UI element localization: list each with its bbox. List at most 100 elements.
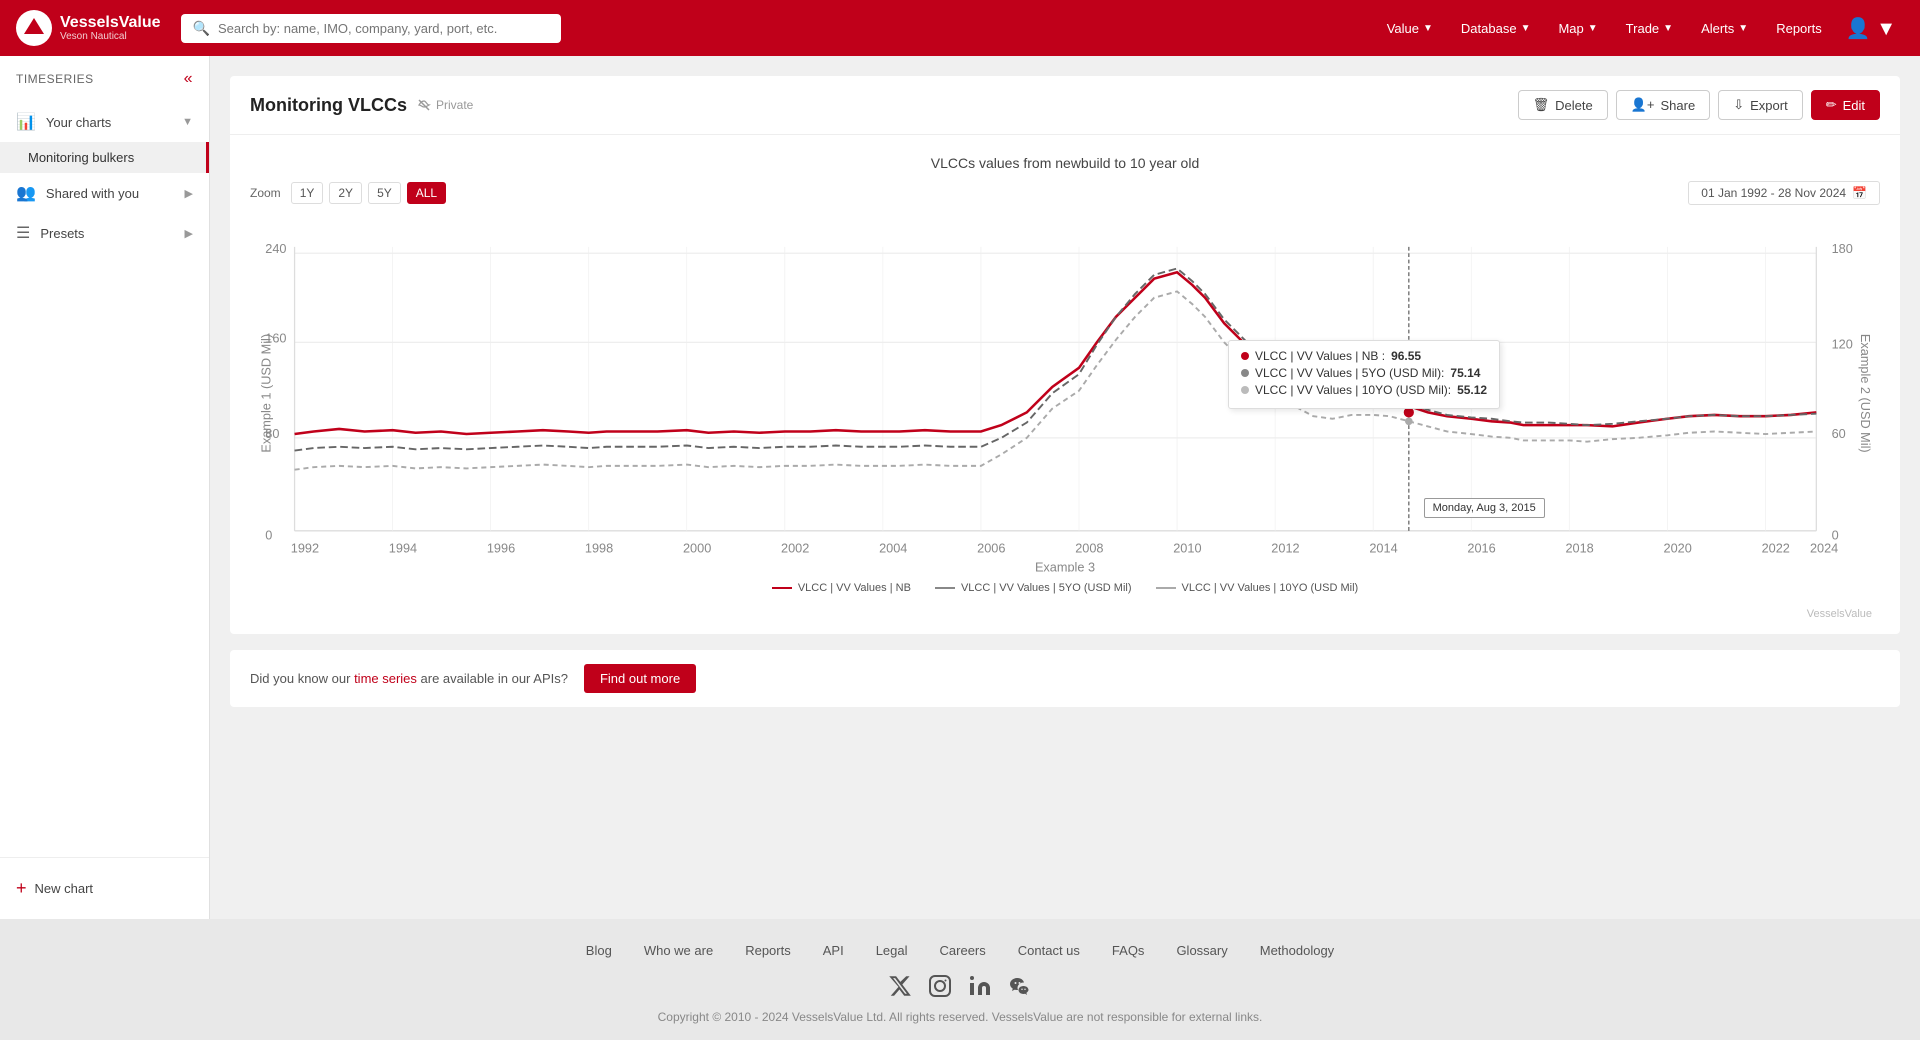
- api-info-bar: Did you know our time series are availab…: [230, 650, 1900, 707]
- sidebar-collapse-button[interactable]: «: [184, 70, 193, 88]
- sidebar-item-monitoring-bulkers[interactable]: Monitoring bulkers: [0, 142, 209, 173]
- footer-link-contact-us[interactable]: Contact us: [1018, 943, 1080, 958]
- footer-link-reports[interactable]: Reports: [745, 943, 791, 958]
- chart-toolbar: Monitoring VLCCs Private 🗑 Delete: [230, 76, 1900, 135]
- footer-link-blog[interactable]: Blog: [586, 943, 612, 958]
- zoom-all-button[interactable]: ALL: [407, 182, 446, 204]
- logo[interactable]: VesselsValue Veson Nautical: [16, 10, 161, 46]
- sidebar-item-shared-with-you[interactable]: 👥 Shared with you ▶: [0, 173, 209, 213]
- chart-title-area: Monitoring VLCCs Private: [250, 95, 473, 116]
- chevron-down-icon: ▼: [1588, 23, 1598, 34]
- delete-button[interactable]: 🗑 Delete: [1518, 90, 1608, 120]
- main-content: Monitoring VLCCs Private 🗑 Delete: [210, 56, 1920, 919]
- chevron-right-icon: ▶: [185, 227, 193, 240]
- zoom-5y-button[interactable]: 5Y: [368, 182, 401, 204]
- nav-reports[interactable]: Reports: [1764, 13, 1834, 44]
- new-chart-label: New chart: [35, 881, 94, 896]
- svg-text:Example 3: Example 3: [1035, 560, 1095, 572]
- svg-text:2004: 2004: [879, 540, 907, 555]
- sidebar-header: Timeseries «: [0, 56, 209, 102]
- svg-text:1992: 1992: [291, 540, 319, 555]
- legend-item-5yo: VLCC | VV Values | 5YO (USD Mil): [935, 582, 1132, 594]
- sidebar-item-label: Shared with you: [46, 186, 139, 201]
- sidebar-item-label: Presets: [40, 226, 84, 241]
- svg-text:Example 2 (USD Mil): Example 2 (USD Mil): [1858, 334, 1873, 453]
- header: VesselsValue Veson Nautical 🔍 Value ▼ Da…: [0, 0, 1920, 56]
- trash-icon: 🗑: [1533, 97, 1550, 113]
- date-range-label: 01 Jan 1992 - 28 Nov 2024: [1701, 186, 1846, 200]
- sidebar-sub-item-label: Monitoring bulkers: [28, 150, 134, 165]
- footer-link-faqs[interactable]: FAQs: [1112, 943, 1145, 958]
- zoom-1y-button[interactable]: 1Y: [291, 182, 324, 204]
- users-icon: 👥: [16, 183, 36, 203]
- calendar-icon: 📅: [1852, 186, 1867, 200]
- tooltip-date: Monday, Aug 3, 2015: [1433, 502, 1536, 514]
- footer-link-careers[interactable]: Careers: [940, 943, 986, 958]
- footer-link-glossary[interactable]: Glossary: [1176, 943, 1227, 958]
- chart-svg-wrap: .axis-label { font-size: 10px; fill: #88…: [250, 215, 1880, 572]
- zoom-2y-button[interactable]: 2Y: [329, 182, 362, 204]
- legend-label-nb: VLCC | VV Values | NB: [798, 582, 911, 594]
- plus-icon: +: [16, 878, 27, 899]
- share-button[interactable]: 👤+ Share: [1616, 90, 1710, 120]
- twitter-icon[interactable]: [888, 974, 912, 998]
- nav-database[interactable]: Database ▼: [1449, 13, 1543, 44]
- footer: Blog Who we are Reports API Legal Career…: [0, 919, 1920, 1040]
- chart-icon: 📊: [16, 112, 36, 132]
- svg-text:2024: 2024: [1810, 540, 1838, 555]
- legend-label-5yo: VLCC | VV Values | 5YO (USD Mil): [961, 582, 1132, 594]
- instagram-icon[interactable]: [928, 974, 952, 998]
- svg-text:1994: 1994: [389, 540, 417, 555]
- svg-text:2006: 2006: [977, 540, 1005, 555]
- date-tooltip: Monday, Aug 3, 2015: [1424, 498, 1545, 518]
- svg-text:2012: 2012: [1271, 540, 1299, 555]
- footer-link-api[interactable]: API: [823, 943, 844, 958]
- svg-text:2014: 2014: [1369, 540, 1397, 555]
- footer-copyright: Copyright © 2010 - 2024 VesselsValue Ltd…: [0, 1010, 1920, 1024]
- legend-line-10yo: [1156, 587, 1176, 589]
- nav-alerts[interactable]: Alerts ▼: [1689, 13, 1760, 44]
- user-icon[interactable]: 👤 ▼: [1838, 8, 1904, 49]
- export-icon: ⇩: [1733, 97, 1744, 113]
- nav-value[interactable]: Value ▼: [1375, 13, 1445, 44]
- svg-text:2002: 2002: [781, 540, 809, 555]
- visibility-label: Private: [436, 98, 473, 112]
- sidebar-item-your-charts[interactable]: 📊 Your charts ▼: [0, 102, 209, 142]
- svg-text:2008: 2008: [1075, 540, 1103, 555]
- chart-svg: .axis-label { font-size: 10px; fill: #88…: [250, 215, 1880, 572]
- find-out-more-button[interactable]: Find out more: [584, 664, 696, 693]
- share-icon: 👤+: [1631, 97, 1655, 113]
- chevron-down-icon: ▼: [182, 116, 193, 128]
- new-chart-button[interactable]: + New chart: [16, 872, 193, 905]
- chart-actions: 🗑 Delete 👤+ Share ⇩ Export ✏ Edit: [1518, 90, 1880, 120]
- svg-text:240: 240: [265, 241, 286, 256]
- date-range-button[interactable]: 01 Jan 1992 - 28 Nov 2024 📅: [1688, 181, 1880, 205]
- footer-link-methodology[interactable]: Methodology: [1260, 943, 1334, 958]
- svg-text:2022: 2022: [1762, 540, 1790, 555]
- legend-item-nb: VLCC | VV Values | NB: [772, 582, 911, 594]
- footer-social: [0, 974, 1920, 998]
- private-badge: Private: [417, 98, 473, 112]
- wechat-icon[interactable]: [1008, 974, 1032, 998]
- export-button[interactable]: ⇩ Export: [1718, 90, 1802, 120]
- sidebar-footer: + New chart: [0, 857, 209, 919]
- footer-link-legal[interactable]: Legal: [876, 943, 908, 958]
- chart-title: Monitoring VLCCs: [250, 95, 407, 116]
- chevron-right-icon: ▶: [185, 187, 193, 200]
- chart-subtitle: VLCCs values from newbuild to 10 year ol…: [250, 155, 1880, 171]
- sidebar-item-presets[interactable]: ☰ Presets ▶: [0, 213, 209, 253]
- edit-button[interactable]: ✏ Edit: [1811, 90, 1880, 120]
- svg-text:0: 0: [265, 528, 272, 543]
- svg-text:120: 120: [1832, 337, 1853, 352]
- legend-label-10yo: VLCC | VV Values | 10YO (USD Mil): [1182, 582, 1359, 594]
- chart-controls: Zoom 1Y 2Y 5Y ALL 01 Jan 1992 - 28 Nov 2…: [250, 181, 1880, 205]
- chart-watermark: VesselsValue: [250, 604, 1880, 624]
- nav-trade[interactable]: Trade ▼: [1614, 13, 1685, 44]
- linkedin-icon[interactable]: [968, 974, 992, 998]
- sidebar-item-label: Your charts: [46, 115, 111, 130]
- search-input[interactable]: [218, 21, 549, 36]
- svg-text:60: 60: [1832, 426, 1846, 441]
- nav-map[interactable]: Map ▼: [1546, 13, 1609, 44]
- footer-link-who-we-are[interactable]: Who we are: [644, 943, 713, 958]
- search-bar[interactable]: 🔍: [181, 14, 561, 43]
